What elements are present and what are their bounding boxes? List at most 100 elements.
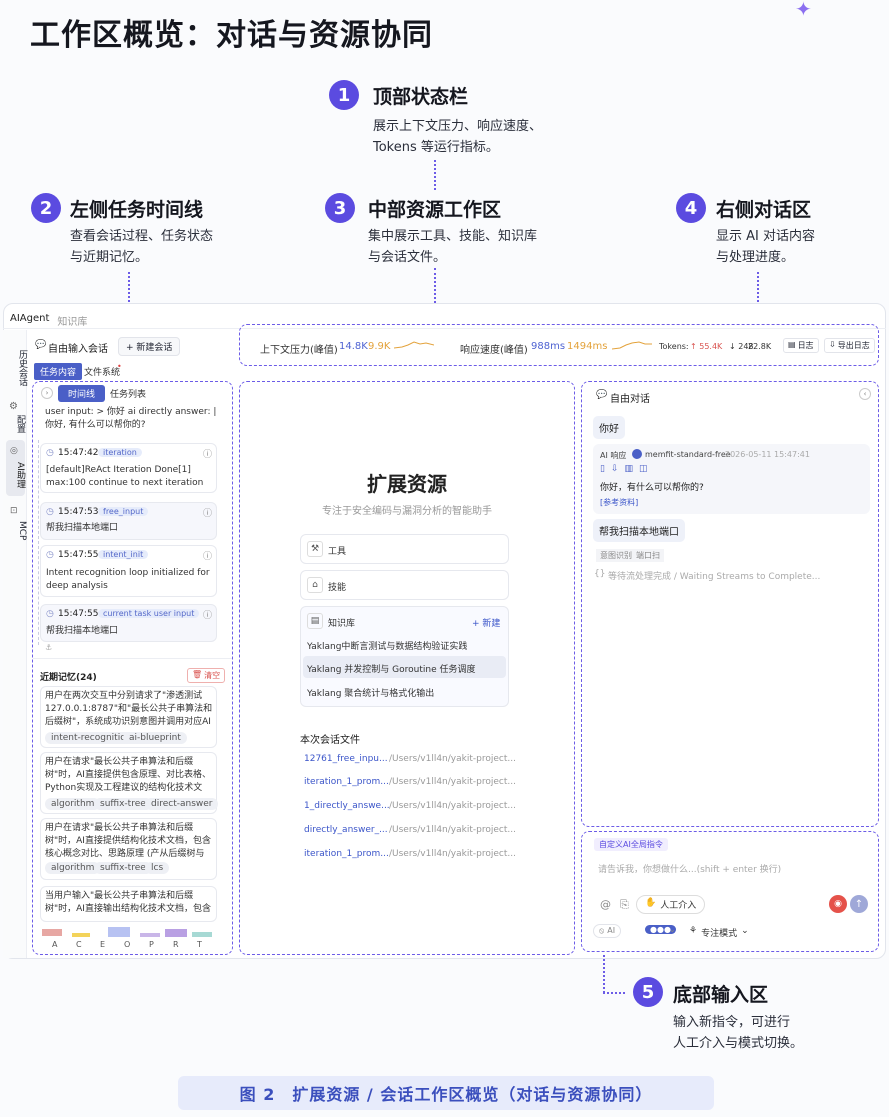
at-icon[interactable]: @ [600, 898, 611, 911]
info-icon[interactable]: ⓘ [203, 608, 212, 621]
annotation-title-3: 中部资源工作区 [368, 199, 502, 221]
annotation-desc-5a: 输入新指令，可进行 [673, 1015, 791, 1030]
chat-title: 自由对话 [610, 394, 650, 405]
export-log-button[interactable]: ⇩ 导出日志 [824, 338, 875, 353]
resource-title: 扩展资源 [367, 472, 447, 496]
subtab-task-list[interactable]: 任务列表 [110, 387, 146, 400]
tokens-total: 22.8K [748, 342, 772, 351]
session-files-title: 本次会话文件 [300, 735, 360, 746]
file-3-name[interactable]: 1_directly_answe... [304, 801, 390, 811]
chat-icon: 💬 [35, 340, 47, 350]
speed-sparkline [612, 341, 652, 350]
mode-label: 专注模式 [701, 929, 738, 939]
stop-button[interactable]: ◉ [829, 895, 847, 913]
memory-item-2-tag-1: algorithm [45, 798, 101, 810]
file-2-path: /Users/v1ll4n/yakit-project... [389, 777, 516, 787]
ai-action-icons[interactable]: ▯⇩▥◫ [600, 464, 654, 474]
reference-link[interactable]: [参考资料] [600, 497, 638, 508]
legend-swatch-o [108, 927, 130, 937]
memory-title: 近期记忆(24) [40, 673, 97, 683]
ai-toggle-label: AI [607, 926, 616, 935]
speed-label: 响应速度(峰值) [460, 345, 528, 356]
tokens-label: Tokens: [659, 342, 689, 351]
legend-letter-a: A [52, 940, 58, 949]
tab-file-system[interactable]: 文件系统 [84, 365, 120, 378]
annotation-desc-1a: 展示上下文压力、响应速度、 [373, 119, 543, 134]
file-4-name[interactable]: directly_answer_... [304, 825, 388, 835]
sparkle-icon: ✦ [795, 0, 812, 21]
kb-item-1[interactable]: Yaklang中断言测试与数据结构验证实践 [307, 639, 467, 652]
gear-icon: ⚙ [9, 401, 18, 412]
legend-letter-t: T [197, 940, 202, 949]
free-input-session[interactable]: 自由输入会话 [48, 340, 108, 355]
clock-icon: ◷ [46, 550, 54, 560]
figure-caption: 图 2 扩展资源 / 会话工作区概览（对话与资源协同） [178, 1076, 714, 1110]
chat-input[interactable]: 请告诉我，你想做什么...(shift + enter 换行) [598, 862, 781, 875]
chevron-down-icon[interactable]: ⌄ [669, 925, 676, 934]
clock-icon: ◷ [46, 507, 54, 517]
timeline-item-1-tag: iteration [98, 448, 142, 457]
timeline-item-4-tag: current task user input [98, 609, 200, 618]
mode-selector[interactable]: ⚘ 专注模式 ⌄ [689, 926, 749, 939]
intent-label: 意图识别 [600, 551, 632, 560]
annotation-desc-2b: 与近期记忆。 [70, 250, 149, 265]
file-5-name[interactable]: iteration_1_prom... [304, 849, 389, 859]
memory-divider [33, 658, 232, 659]
anchor-icon: ⚓ [45, 643, 53, 652]
annotation-title-5: 底部输入区 [673, 984, 769, 1006]
rail-mcp[interactable]: MCP [3, 518, 27, 544]
timeline-top-text: user input: > 你好 ai directly answer: | 你… [45, 407, 217, 430]
legend-letter-o: O [124, 940, 131, 949]
manual-intervention-label: 人工介入 [660, 901, 697, 911]
file-1-path: /Users/v1ll4n/yakit-project... [389, 754, 516, 764]
model-avatar [632, 449, 642, 459]
log-button[interactable]: ▤ 日志 [783, 338, 819, 353]
ai-toggle[interactable]: ⦸ AI [593, 924, 622, 938]
info-icon[interactable]: ⓘ [203, 549, 212, 562]
annotation-title-4: 右侧对话区 [716, 199, 812, 221]
speed-value: 988ms [531, 341, 566, 352]
ctx-pressure-label: 上下文压力(峰值) [260, 345, 338, 356]
ctx-pressure-value: 14.8K [339, 341, 368, 352]
subtab-timeline[interactable]: 时间线 [58, 385, 106, 402]
skills-label: 技能 [328, 583, 347, 593]
mode-icon: ⚘ [689, 926, 698, 936]
send-button[interactable]: ↑ [850, 895, 868, 913]
new-session-button[interactable]: + 新建会话 [118, 337, 181, 356]
intent-value: 端口扫 [636, 551, 660, 560]
chat-collapse-icon[interactable]: ‹ [859, 388, 871, 400]
collapse-icon[interactable]: › [41, 387, 53, 399]
info-icon[interactable]: ⓘ [203, 506, 212, 519]
tab-aiagent[interactable]: AIAgent [10, 313, 49, 328]
rail-history[interactable]: 历史会话 [3, 347, 27, 389]
waiting-text: 等待流处理完成 / Waiting Streams to Complete... [608, 572, 821, 582]
attach-icon[interactable]: ⎘ [620, 898, 629, 912]
timeline-item-2-text: 帮我扫描本地端口 [46, 523, 119, 533]
export-icon: ⇩ [829, 340, 836, 349]
custom-command-chip[interactable]: 自定义AI全局指令 [594, 838, 668, 851]
kb-item-2[interactable]: Yaklang 并发控制与 Goroutine 任务调度 [307, 662, 475, 675]
annotation-desc-3b: 与会话文件。 [368, 250, 447, 265]
assistant-icon: ◎ [10, 446, 18, 456]
timeline-item-2-time: 15:47:53 [58, 507, 99, 517]
memory-item-1-tag-2: ai-blueprint [123, 732, 187, 744]
tab-task-content[interactable]: 任务内容 [34, 363, 83, 380]
clear-memory-button[interactable]: 🗑 清空 [187, 668, 226, 683]
legend-swatch-p [140, 933, 160, 937]
rail-config[interactable]: 配置 [3, 413, 27, 435]
manual-intervention-button[interactable]: ✋ 人工介入 [636, 895, 706, 914]
tab-knowledge[interactable]: 知识库 [57, 313, 87, 328]
tokens-up: ↑ 55.4K [690, 342, 723, 351]
kb-item-3[interactable]: Yaklang 聚合统计与格式化输出 [307, 686, 434, 699]
ai-model-name: memfit-standard-free [645, 450, 731, 459]
user-message-1: 你好 [593, 416, 625, 439]
file-1-name[interactable]: 12761_free_inpu... [304, 754, 388, 764]
file-2-name[interactable]: iteration_1_prom... [304, 777, 389, 787]
rail-ai-assistant[interactable]: AI助理 [3, 458, 27, 492]
annotation-title-2: 左侧任务时间线 [70, 199, 204, 221]
file-system-dot: • [117, 362, 122, 371]
legend-swatch-a [42, 929, 62, 936]
info-icon[interactable]: ⓘ [203, 447, 212, 460]
ai-response-text: 你好，有什么可以帮你的? [600, 483, 704, 493]
knowledge-new-button[interactable]: + 新建 [472, 616, 500, 629]
